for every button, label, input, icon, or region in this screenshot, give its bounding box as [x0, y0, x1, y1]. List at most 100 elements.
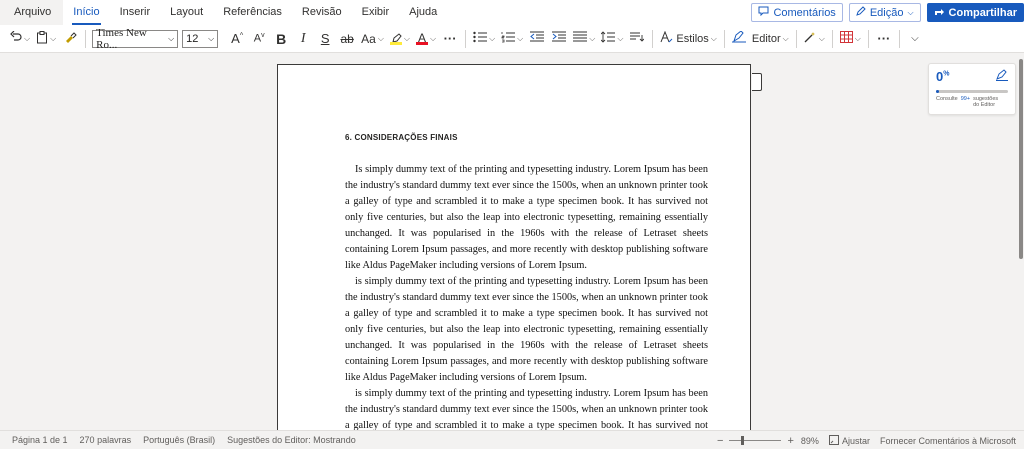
strikethrough-button[interactable]: ab — [336, 28, 358, 50]
editor-suggestions-status[interactable]: Sugestões do Editor: Mostrando — [221, 435, 362, 445]
change-case-button[interactable]: Aa ⌵ — [358, 28, 387, 50]
decrease-indent-icon — [530, 31, 545, 46]
document-canvas: 6. CONSIDERAÇÕES FINAIS Is simply dummy … — [0, 53, 1024, 430]
zoom-level[interactable]: 89% — [801, 436, 819, 446]
word-count[interactable]: 270 palavras — [74, 435, 138, 445]
comments-button[interactable]: Comentários — [751, 3, 843, 22]
chevron-down-icon: ⌵ — [377, 33, 384, 43]
divider — [831, 29, 833, 48]
scrollbar-thumb[interactable] — [1019, 59, 1023, 259]
page-count: Página 1 de 1 — [12, 435, 68, 445]
editor-label: Editor — [751, 32, 781, 45]
tab-ajuda[interactable]: Ajuda — [399, 0, 447, 25]
shrink-font-icon: Av — [253, 32, 265, 45]
editor-score-bar — [936, 90, 1008, 93]
shrink-font-button[interactable]: Av — [248, 28, 270, 50]
undo-button[interactable]: ⌵ — [6, 28, 33, 50]
chevron-down-icon: ⌵ — [818, 33, 825, 43]
undo-icon — [9, 30, 22, 46]
chevron-down-icon: ⌵ — [589, 33, 596, 43]
chevron-down-icon: ⌵ — [50, 33, 57, 43]
share-icon — [934, 6, 945, 19]
font-name-value: Times New Ro... — [96, 26, 147, 51]
table-icon — [839, 31, 853, 46]
highlight-button[interactable]: ⌵ — [387, 28, 413, 50]
divider — [723, 29, 725, 48]
more-font-options-button[interactable]: ··· — [439, 28, 461, 50]
zoom-control: − + — [717, 431, 794, 449]
feedback-link[interactable]: Fornecer Comentários à Microsoft — [880, 436, 1016, 446]
font-color-button[interactable]: A ⌵ — [413, 28, 439, 50]
fit-button[interactable]: Ajustar — [828, 434, 870, 447]
chevron-down-icon: ⌵ — [710, 33, 717, 43]
format-painter-icon — [64, 31, 77, 47]
line-spacing-button[interactable]: ⌵ — [598, 28, 626, 50]
numbering-button[interactable]: ⌵ — [498, 28, 526, 50]
tab-revisao[interactable]: Revisão — [292, 0, 352, 25]
tab-inserir[interactable]: Inserir — [110, 0, 161, 25]
editor-button[interactable]: Editor ⌵ — [729, 28, 792, 50]
chevron-down-icon: ⌵ — [617, 33, 624, 43]
styles-button[interactable]: Estilos ⌵ — [657, 28, 719, 50]
numbered-list-icon — [501, 31, 516, 46]
format-painter-button[interactable] — [59, 28, 81, 50]
collapse-ribbon-button[interactable]: ⌵ — [904, 28, 926, 50]
tab-inicio[interactable]: Início — [63, 0, 109, 25]
tab-referencias[interactable]: Referências — [213, 0, 292, 25]
italic-button[interactable]: I — [292, 28, 314, 50]
editor-suggestions-summary: Consulte 99+ sugestões do Editor — [936, 96, 1008, 108]
more-icon: ··· — [877, 31, 891, 46]
editor-icon — [996, 69, 1008, 84]
paragraph-marks-button[interactable] — [626, 28, 648, 50]
zoom-in-icon[interactable]: + — [787, 435, 793, 447]
decrease-indent-button[interactable] — [526, 28, 548, 50]
table-button[interactable]: ⌵ — [837, 28, 864, 50]
comment-margin-tab[interactable] — [752, 73, 762, 91]
paragraph: is simply dummy text of the printing and… — [345, 388, 708, 430]
top-actions: Comentários Edição ⌵ Compartilhar — [751, 3, 1024, 22]
chevron-down-icon: ⌵ — [489, 33, 496, 43]
editor-score-card[interactable]: 0% Consulte 99+ sugestões do Editor — [928, 63, 1016, 115]
underline-button[interactable]: S — [314, 28, 336, 50]
chevron-down-icon: ⌵ — [430, 33, 437, 43]
language-indicator[interactable]: Português (Brasil) — [137, 435, 221, 445]
tab-arquivo[interactable]: Arquivo — [0, 0, 64, 25]
bullets-button[interactable]: ⌵ — [470, 28, 498, 50]
divider — [795, 29, 797, 48]
more-options-button[interactable]: ··· — [873, 28, 895, 50]
grow-font-icon: A^ — [231, 31, 244, 46]
chevron-down-icon: ⌵ — [854, 33, 861, 43]
divider — [867, 29, 869, 48]
divider — [652, 29, 654, 48]
edit-mode-label: Edição — [869, 6, 904, 19]
zoom-slider[interactable] — [729, 436, 782, 445]
highlighter-icon — [389, 32, 402, 45]
change-case-label: Aa — [361, 31, 376, 46]
edit-mode-button[interactable]: Edição ⌵ — [848, 3, 921, 22]
underline-icon: S — [320, 31, 330, 46]
bold-button[interactable]: B — [270, 28, 292, 50]
font-name-select[interactable]: Times New Ro... ⌵ — [92, 26, 179, 51]
zoom-slider-thumb[interactable] — [741, 436, 745, 445]
paste-button[interactable]: ⌵ — [33, 28, 59, 50]
chevron-down-icon: ⌵ — [168, 33, 175, 43]
document-body[interactable]: Is simply dummy text of the printing and… — [345, 162, 708, 430]
editor-icon — [731, 30, 746, 46]
tab-exibir[interactable]: Exibir — [352, 0, 400, 25]
chevron-down-icon: ⌵ — [517, 33, 524, 43]
grow-font-button[interactable]: A^ — [226, 28, 248, 50]
designer-button[interactable]: ⌵ — [801, 28, 828, 50]
chevron-down-icon: ⌵ — [782, 33, 789, 43]
document-page[interactable]: 6. CONSIDERAÇÕES FINAIS Is simply dummy … — [277, 64, 751, 430]
tab-layout[interactable]: Layout — [160, 0, 213, 25]
share-button[interactable]: Compartilhar — [926, 3, 1024, 22]
vertical-scrollbar[interactable] — [1018, 53, 1024, 430]
pencil-icon — [856, 6, 866, 19]
align-button[interactable]: ⌵ — [570, 28, 598, 50]
increase-indent-button[interactable] — [548, 28, 570, 50]
zoom-out-icon[interactable]: − — [717, 435, 723, 447]
line-spacing-icon — [600, 31, 616, 46]
divider — [465, 29, 467, 48]
comments-label: Comentários — [773, 6, 836, 19]
font-size-select[interactable]: 12 ⌵ — [182, 29, 219, 48]
